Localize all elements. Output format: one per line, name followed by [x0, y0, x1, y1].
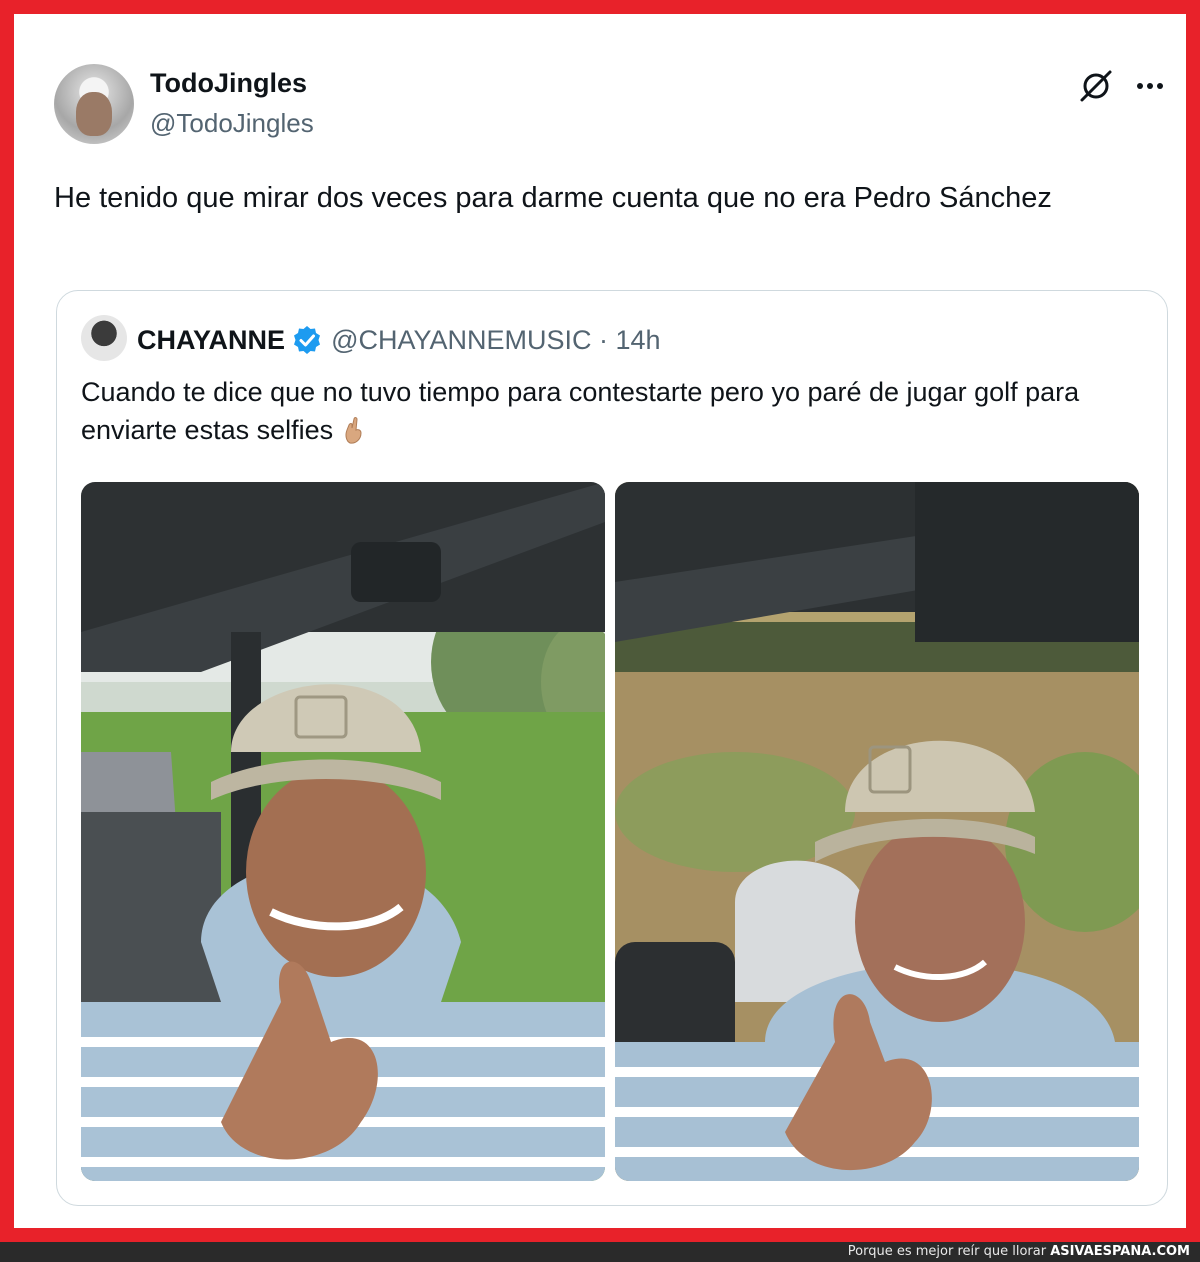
verified-badge-icon: [294, 326, 321, 354]
selfie-photo-2[interactable]: [615, 482, 1139, 1181]
footer-brand[interactable]: ASIVAESPANA.COM: [1050, 1244, 1190, 1259]
x-slash-icon[interactable]: [1078, 68, 1114, 104]
quoted-tweet-card[interactable]: CHAYANNE @CHAYANNEMUSIC · 14h Cuando te …: [56, 290, 1168, 1206]
quoted-tweet-text-block: Cuando te dice que no tuvo tiempo para c…: [81, 373, 1151, 449]
selfie-photo-1[interactable]: [81, 482, 605, 1181]
quoted-handle-time[interactable]: @CHAYANNEMUSIC · 14h: [331, 325, 660, 356]
quoted-author-name[interactable]: CHAYANNE: [137, 325, 285, 356]
footer-tagline: Porque es mejor reír que llorar: [847, 1244, 1047, 1259]
site-footer: Porque es mejor reír que llorar ASIVAESP…: [0, 1242, 1200, 1262]
quoted-author-avatar[interactable]: [81, 315, 127, 361]
more-dots-icon[interactable]: [1132, 68, 1168, 104]
tweet-screenshot-frame: TodoJingles @TodoJingles He tenido que m…: [0, 0, 1200, 1242]
author-avatar[interactable]: [54, 64, 134, 144]
author-handle[interactable]: @TodoJingles: [150, 108, 314, 139]
author-name[interactable]: TodoJingles: [150, 68, 307, 99]
tweet-text: He tenido que mirar dos veces para darme…: [54, 182, 1052, 214]
quoted-tweet-header: CHAYANNE @CHAYANNEMUSIC · 14h: [137, 323, 661, 357]
heart-hands-emoji-icon: [345, 417, 362, 444]
quoted-tweet-text: Cuando te dice que no tuvo tiempo para c…: [81, 377, 1080, 445]
